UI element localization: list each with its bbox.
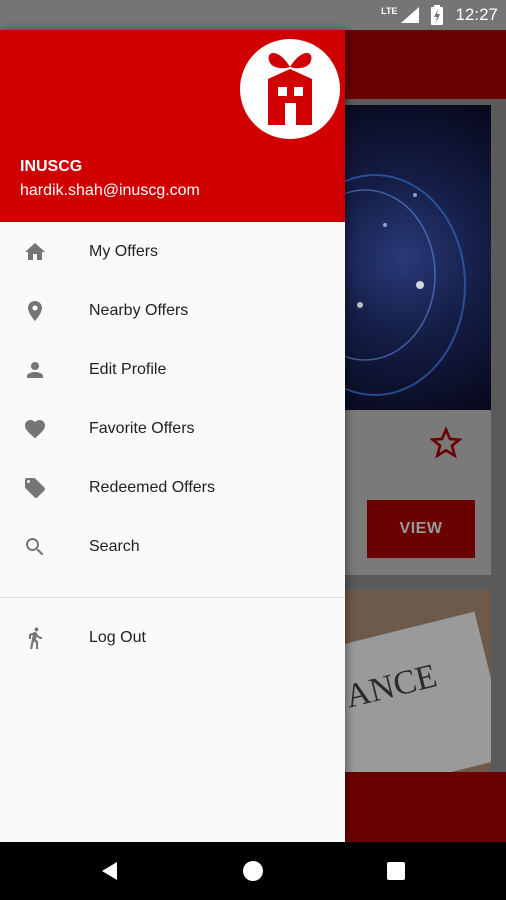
walking-person-icon xyxy=(22,625,48,651)
status-icons: LTE 12:27 xyxy=(381,0,498,30)
menu-item-label: Redeemed Offers xyxy=(89,478,215,496)
menu-item-label: My Offers xyxy=(89,242,159,260)
heart-icon xyxy=(22,416,48,442)
menu-item-search[interactable]: Search xyxy=(0,517,345,576)
app-logo-icon: ® xyxy=(240,39,340,139)
menu-item-my-offers[interactable]: My Offers xyxy=(0,222,345,281)
search-icon xyxy=(22,534,48,560)
menu-item-redeemed-offers[interactable]: Redeemed Offers xyxy=(0,458,345,517)
menu-item-favorite-offers[interactable]: Favorite Offers xyxy=(0,399,345,458)
favorite-star-icon xyxy=(430,427,462,459)
recents-button[interactable] xyxy=(366,842,426,900)
tag-icon xyxy=(22,475,48,501)
menu-divider xyxy=(0,597,345,598)
user-name: INUSCG xyxy=(20,158,83,175)
menu-item-nearby-offers[interactable]: Nearby Offers xyxy=(0,281,345,340)
menu-item-label: Log Out xyxy=(89,628,146,646)
menu-item-label: Edit Profile xyxy=(89,360,167,378)
drawer-header: ® INUSCG hardik.shah@inuscg.com xyxy=(0,30,345,222)
menu-item-label: Nearby Offers xyxy=(89,301,189,319)
offer-card-2: ANCE xyxy=(345,590,491,772)
home-icon xyxy=(22,239,48,265)
menu-item-label: Favorite Offers xyxy=(89,419,195,437)
offer-card: VIEW xyxy=(284,105,491,575)
network-type-label: LTE xyxy=(381,6,398,16)
signal-icon xyxy=(401,7,420,23)
view-button: VIEW xyxy=(367,500,475,558)
location-pin-icon xyxy=(22,298,48,324)
navigation-drawer: ® INUSCG hardik.shah@inuscg.com My Offer… xyxy=(0,30,345,842)
person-icon xyxy=(22,357,48,383)
app-bottom-bar xyxy=(345,772,506,842)
recents-square-icon xyxy=(387,862,405,880)
menu-item-label: Search xyxy=(89,537,140,555)
svg-text:®: ® xyxy=(328,122,333,129)
battery-icon xyxy=(431,5,444,25)
menu-item-edit-profile[interactable]: Edit Profile xyxy=(0,340,345,399)
drawer-menu: My Offers Nearby Offers Edit Profile Fav… xyxy=(0,222,345,576)
menu-item-log-out[interactable]: Log Out xyxy=(0,608,345,667)
back-triangle-icon xyxy=(102,862,117,880)
back-button[interactable] xyxy=(80,842,140,900)
status-bar: LTE 12:27 xyxy=(0,0,506,30)
home-circle-icon xyxy=(243,861,263,881)
offer-card-image xyxy=(284,105,491,410)
home-button[interactable] xyxy=(223,842,283,900)
status-time: 12:27 xyxy=(455,5,498,24)
system-nav-bar xyxy=(0,842,506,900)
user-email: hardik.shah@inuscg.com xyxy=(20,182,200,199)
